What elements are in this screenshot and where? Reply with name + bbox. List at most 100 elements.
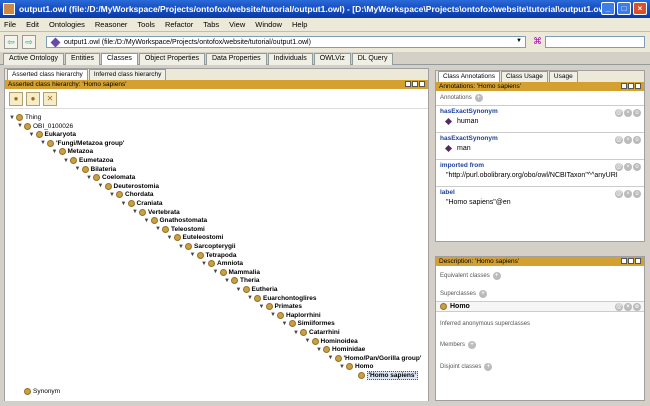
search-input[interactable] xyxy=(545,36,645,48)
expand-toggle-icon[interactable]: ▼ xyxy=(328,355,335,361)
expand-toggle-icon[interactable]: ▼ xyxy=(155,226,162,232)
superclass-item[interactable]: Homo @ × o xyxy=(436,301,644,312)
subtab-class-annotations[interactable]: Class Annotations xyxy=(438,71,501,82)
add-annotation-icon[interactable]: + xyxy=(474,94,483,102)
expand-toggle-icon[interactable]: ▼ xyxy=(109,192,116,198)
expand-toggle-icon[interactable]: ▼ xyxy=(224,278,231,284)
add-subclass-icon[interactable]: ● xyxy=(9,91,23,106)
tree-node[interactable]: Synonym xyxy=(17,387,60,396)
edit-icon[interactable]: o xyxy=(633,163,641,171)
view-options-icon[interactable] xyxy=(621,258,627,264)
tab-dl-query[interactable]: DL Query xyxy=(351,53,394,65)
view-close-icon[interactable] xyxy=(635,83,641,89)
add-equivalent-icon[interactable]: + xyxy=(492,272,501,280)
annotate-icon[interactable]: @ xyxy=(615,303,623,311)
annotation-item[interactable]: label "Homo sapiens"@en @ × o xyxy=(436,186,644,213)
expand-toggle-icon[interactable]: ▼ xyxy=(40,140,47,146)
expand-toggle-icon[interactable]: ▼ xyxy=(98,183,105,189)
expand-toggle-icon[interactable]: ▼ xyxy=(86,175,93,181)
subtab-usage[interactable]: Usage xyxy=(548,71,578,82)
menu-item-reasoner[interactable]: Reasoner xyxy=(95,20,128,29)
menu-item-tools[interactable]: Tools xyxy=(137,20,155,29)
remove-icon[interactable]: × xyxy=(624,190,632,198)
edit-icon[interactable]: o xyxy=(633,136,641,144)
menu-item-tabs[interactable]: Tabs xyxy=(203,20,219,29)
expand-toggle-icon[interactable]: ▼ xyxy=(247,295,254,301)
remove-icon[interactable]: × xyxy=(624,136,632,144)
expand-toggle-icon[interactable]: ▼ xyxy=(339,364,346,370)
expand-toggle-icon[interactable]: ▼ xyxy=(305,338,312,344)
expand-toggle-icon[interactable]: ▼ xyxy=(17,123,24,129)
annotation-item[interactable]: hasExactSynonym human @ × o xyxy=(436,105,644,132)
expand-toggle-icon[interactable]: ▼ xyxy=(121,201,128,207)
menu-item-refactor[interactable]: Refactor xyxy=(165,20,193,29)
tab-entities[interactable]: Entities xyxy=(65,53,100,65)
expand-toggle-icon[interactable]: ▼ xyxy=(52,149,59,155)
menu-item-help[interactable]: Help xyxy=(292,20,307,29)
add-superclass-icon[interactable]: + xyxy=(479,290,488,298)
edit-icon[interactable]: o xyxy=(633,109,641,117)
expand-toggle-icon[interactable]: ▼ xyxy=(201,261,208,267)
subtab-asserted-class-hierarchy[interactable]: Asserted class hierarchy xyxy=(7,69,88,80)
add-disjoint-icon[interactable]: + xyxy=(484,363,493,371)
view-close-icon[interactable] xyxy=(635,258,641,264)
tab-owlviz[interactable]: OWLViz xyxy=(313,53,351,65)
view-options-icon[interactable] xyxy=(405,81,411,87)
expand-toggle-icon[interactable]: ▼ xyxy=(63,158,70,164)
chevron-down-icon[interactable]: ▼ xyxy=(514,38,524,46)
annotate-icon[interactable]: @ xyxy=(615,136,623,144)
remove-icon[interactable]: × xyxy=(624,303,632,311)
menu-item-window[interactable]: Window xyxy=(255,20,282,29)
expand-toggle-icon[interactable]: ▼ xyxy=(132,209,139,215)
back-arrow-icon[interactable]: ⇦ xyxy=(4,35,18,49)
tab-individuals[interactable]: Individuals xyxy=(267,53,313,65)
tree-node[interactable]: 'Homo sapiens' xyxy=(351,371,419,380)
view-float-icon[interactable] xyxy=(412,81,418,87)
view-float-icon[interactable] xyxy=(628,83,634,89)
edit-icon[interactable]: o xyxy=(633,190,641,198)
expand-toggle-icon[interactable]: ▼ xyxy=(282,321,289,327)
forward-arrow-icon[interactable]: ⇨ xyxy=(22,35,36,49)
add-member-icon[interactable]: + xyxy=(468,341,477,349)
view-options-icon[interactable] xyxy=(621,83,627,89)
expand-toggle-icon[interactable]: ▼ xyxy=(9,115,16,121)
expand-toggle-icon[interactable]: ▼ xyxy=(236,287,243,293)
menu-item-view[interactable]: View xyxy=(229,20,245,29)
expand-toggle-icon[interactable]: ▼ xyxy=(293,330,300,336)
expand-toggle-icon[interactable]: ▼ xyxy=(178,244,185,250)
expand-toggle-icon[interactable]: ▼ xyxy=(167,235,174,241)
close-button[interactable]: × xyxy=(633,2,647,15)
tab-data-properties[interactable]: Data Properties xyxy=(206,53,267,65)
expand-toggle-icon[interactable]: ▼ xyxy=(75,166,82,172)
subtab-class-usage[interactable]: Class Usage xyxy=(501,71,548,82)
menu-item-edit[interactable]: Edit xyxy=(26,20,39,29)
annotate-icon[interactable]: @ xyxy=(615,190,623,198)
remove-icon[interactable]: × xyxy=(624,109,632,117)
annotate-icon[interactable]: @ xyxy=(615,109,623,117)
tab-active-ontology[interactable]: Active Ontology xyxy=(3,53,65,65)
maximize-button[interactable]: □ xyxy=(617,2,631,15)
view-float-icon[interactable] xyxy=(628,258,634,264)
expand-toggle-icon[interactable]: ▼ xyxy=(270,312,277,318)
add-sibling-icon[interactable]: ● xyxy=(26,91,40,106)
expand-toggle-icon[interactable]: ▼ xyxy=(29,132,36,138)
annotate-icon[interactable]: @ xyxy=(615,163,623,171)
tab-object-properties[interactable]: Object Properties xyxy=(138,53,205,65)
ontology-selector[interactable]: output1.owl (file:/D:/MyWorkspace/Projec… xyxy=(46,36,526,48)
annotation-item[interactable]: hasExactSynonym man @ × o xyxy=(436,132,644,159)
expand-toggle-icon[interactable]: ▼ xyxy=(144,218,151,224)
minimize-button[interactable]: _ xyxy=(601,2,615,15)
menu-item-ontologies[interactable]: Ontologies xyxy=(49,20,85,29)
menu-item-file[interactable]: File xyxy=(4,20,16,29)
edit-icon[interactable]: o xyxy=(633,303,641,311)
view-close-icon[interactable] xyxy=(419,81,425,87)
remove-icon[interactable]: × xyxy=(624,163,632,171)
subtab-inferred-class-hierarchy[interactable]: Inferred class hierarchy xyxy=(88,69,167,80)
expand-toggle-icon[interactable]: ▼ xyxy=(259,304,266,310)
expand-toggle-icon[interactable]: ▼ xyxy=(316,347,323,353)
expand-toggle-icon[interactable]: ▼ xyxy=(213,269,220,275)
tab-classes[interactable]: Classes xyxy=(101,53,138,65)
delete-class-icon[interactable]: ✕ xyxy=(43,91,57,106)
expand-toggle-icon[interactable]: ▼ xyxy=(190,252,197,258)
annotation-item[interactable]: imported from "http://purl.obolibrary.org… xyxy=(436,159,644,186)
